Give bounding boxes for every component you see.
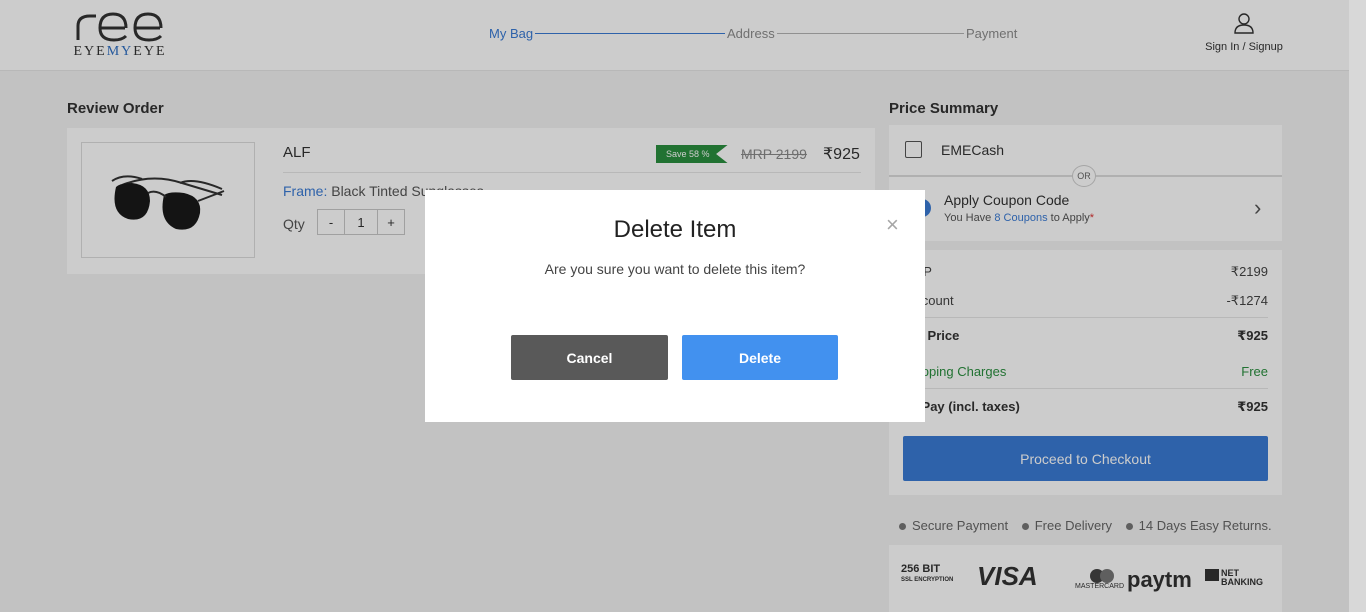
cancel-button[interactable]: Cancel bbox=[511, 335, 668, 380]
delete-item-dialog: Delete Item × Are you sure you want to d… bbox=[425, 190, 925, 422]
close-icon[interactable]: × bbox=[886, 214, 899, 236]
delete-button[interactable]: Delete bbox=[682, 335, 838, 380]
dialog-message: Are you sure you want to delete this ite… bbox=[544, 261, 806, 277]
page-scrollbar[interactable] bbox=[1349, 0, 1366, 612]
dialog-title: Delete Item bbox=[613, 216, 737, 243]
